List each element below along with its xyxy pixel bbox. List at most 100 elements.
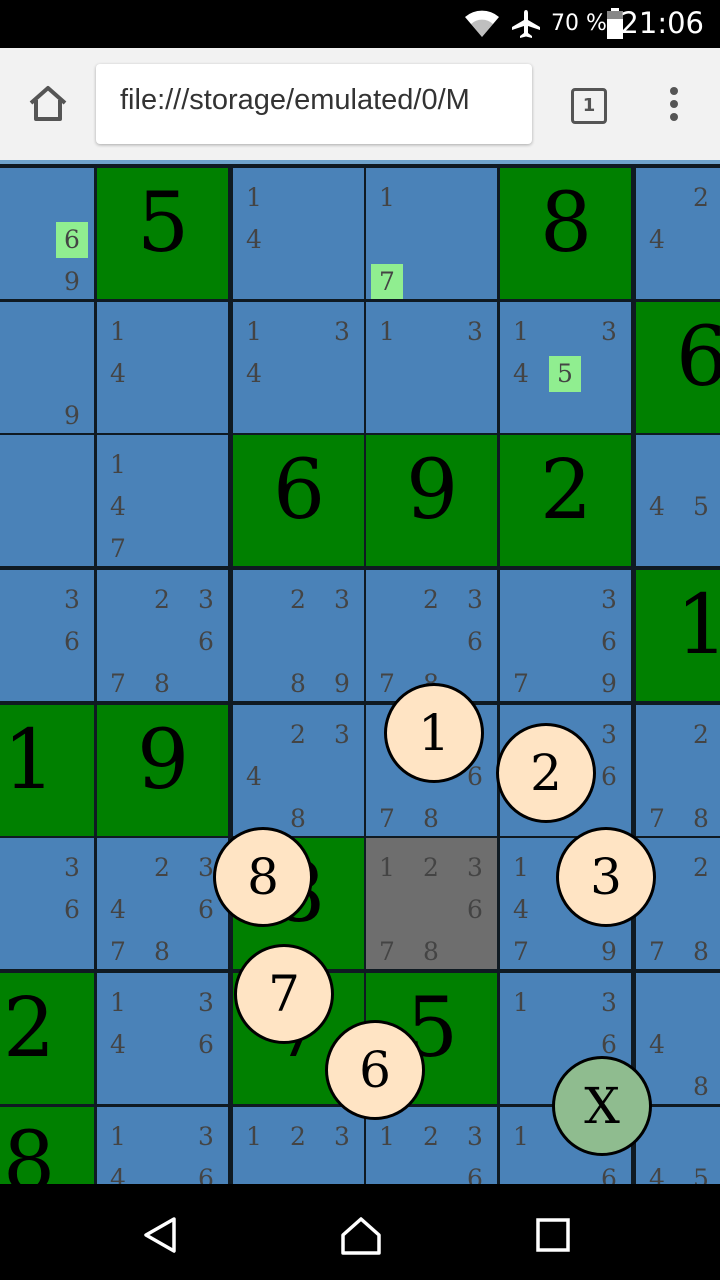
candidate-mark: 7 [379, 804, 395, 833]
airplane-mode-icon [512, 10, 540, 38]
wifi-icon [465, 10, 499, 37]
digit-button-2[interactable]: 2 [496, 723, 596, 823]
candidate-mark: 4 [110, 492, 126, 521]
status-bar: 70 % 21:06 [0, 0, 720, 48]
candidate-mark: 7 [513, 669, 529, 698]
sudoku-cell[interactable]: 36 [0, 838, 94, 969]
sudoku-cell[interactable]: 17 [366, 168, 497, 299]
sudoku-cell[interactable]: 6 [636, 302, 720, 433]
candidate-mark: 8 [154, 937, 170, 966]
candidate-mark: 1 [246, 1122, 262, 1151]
recents-icon[interactable] [536, 1218, 570, 1252]
digit-button-1[interactable]: 1 [384, 683, 484, 783]
candidate-mark: 7 [649, 804, 665, 833]
digit-button-6[interactable]: 6 [325, 1020, 425, 1120]
sudoku-cell[interactable]: 69 [0, 168, 94, 299]
candidate-mark: 3 [64, 853, 80, 882]
sudoku-cell[interactable]: 23678 [366, 570, 497, 701]
candidate-mark: 1 [379, 1122, 395, 1151]
candidate-mark: 7 [110, 669, 126, 698]
candidate-mark: 1 [110, 1122, 126, 1151]
candidate-mark: 4 [649, 492, 665, 521]
candidate-mark: 1 [379, 317, 395, 346]
candidate-mark: 7 [110, 937, 126, 966]
sudoku-cell[interactable]: 8 [500, 168, 631, 299]
sudoku-cell[interactable]: 1 3 45 [500, 302, 631, 433]
sudoku-cell[interactable]: 9 [366, 435, 497, 566]
candidate-mark: 3 [334, 317, 350, 346]
sudoku-cell[interactable]: 23678 [97, 570, 228, 701]
cell-value: 1 [3, 713, 56, 808]
sudoku-cell[interactable]: 24 [636, 168, 720, 299]
home-icon[interactable] [28, 84, 68, 124]
sudoku-cell[interactable]: 1 3 4 6 [97, 973, 228, 1104]
cell-value: 2 [3, 981, 56, 1076]
sudoku-cell[interactable]: 5 [97, 168, 228, 299]
candidate-mark: 6 [198, 1164, 214, 1184]
sudoku-cell[interactable]: 2 [0, 973, 94, 1104]
sudoku-cell[interactable]: 3 6 7 9 [500, 570, 631, 701]
candidate-mark: 7 [513, 937, 529, 966]
candidate-mark: 6 [467, 627, 483, 656]
candidate-mark: 8 [290, 669, 306, 698]
sudoku-cell[interactable]: 123 [233, 1107, 364, 1184]
sudoku-cell[interactable]: 36 [0, 570, 94, 701]
candidate-mark: 5 [693, 1164, 709, 1184]
sudoku-cell[interactable]: 23 48 [233, 705, 364, 836]
sudoku-cell[interactable]: 2 78 [636, 705, 720, 836]
sudoku-cell[interactable]: 23 89 [233, 570, 364, 701]
candidate-mark: 6 [601, 762, 617, 791]
sudoku-cell[interactable]: 2 [500, 435, 631, 566]
sudoku-cell[interactable] [0, 435, 94, 566]
candidate-mark: 4 [110, 1030, 126, 1059]
candidate-mark: 3 [334, 1122, 350, 1151]
sudoku-cell[interactable]: 9 [0, 302, 94, 433]
candidate-mark: 4 [110, 895, 126, 924]
candidate-mark: 9 [64, 401, 80, 430]
back-icon[interactable] [142, 1216, 178, 1254]
sudoku-cell[interactable]: 13 [366, 302, 497, 433]
digit-button-8[interactable]: 8 [213, 827, 313, 927]
sudoku-cell[interactable]: 14 [233, 168, 364, 299]
more-options-icon[interactable] [666, 86, 682, 122]
candidate-mark: 9 [601, 937, 617, 966]
home-nav-icon[interactable] [340, 1216, 382, 1256]
sudoku-cell[interactable]: 123 6 78 [366, 838, 497, 969]
candidate-mark: 4 [246, 225, 262, 254]
candidate-mark: 7 [379, 669, 395, 698]
sudoku-cell[interactable]: 1 4 7 [97, 435, 228, 566]
candidate-mark: 4 [110, 1164, 126, 1184]
sudoku-cell[interactable]: 1 3 4 6 [97, 1107, 228, 1184]
cell-value: 6 [676, 310, 720, 405]
url-bar[interactable]: file:///storage/emulated/0/M [96, 64, 532, 144]
candidate-mark: 3 [334, 585, 350, 614]
sudoku-cell[interactable]: 1 [636, 570, 720, 701]
sudoku-cell[interactable]: 1 [0, 705, 94, 836]
sudoku-cell[interactable]: 8 [0, 1107, 94, 1184]
sudoku-cell[interactable]: 1 3 4 [233, 302, 364, 433]
digit-button-7[interactable]: 7 [234, 944, 334, 1044]
candidate-mark: 9 [64, 267, 80, 296]
sudoku-cell[interactable]: 9 [97, 705, 228, 836]
candidate-mark: 2 [423, 853, 439, 882]
candidate-mark: 2 [423, 585, 439, 614]
candidate-mark: 5 [549, 356, 581, 392]
candidate-mark: 3 [334, 720, 350, 749]
tab-switcher-button[interactable]: 1 [571, 88, 607, 124]
sudoku-cell[interactable]: 48 [636, 973, 720, 1104]
close-picker-button[interactable]: X [552, 1056, 652, 1156]
candidate-mark: 6 [601, 1164, 617, 1184]
browser-toolbar: file:///storage/emulated/0/M 1 [0, 48, 720, 160]
candidate-mark: 6 [467, 895, 483, 924]
candidate-mark: 3 [64, 585, 80, 614]
battery-percentage: 70 % [551, 11, 607, 36]
sudoku-cell[interactable]: 234678 [97, 838, 228, 969]
sudoku-cell[interactable]: 6 [233, 435, 364, 566]
digit-button-3[interactable]: 3 [556, 827, 656, 927]
sudoku-cell[interactable]: 45 [636, 435, 720, 566]
candidate-mark: 6 [601, 627, 617, 656]
sudoku-cell[interactable]: 14 [97, 302, 228, 433]
candidate-mark: 1 [110, 988, 126, 1017]
candidate-mark: 7 [371, 264, 403, 299]
candidate-mark: 5 [693, 492, 709, 521]
